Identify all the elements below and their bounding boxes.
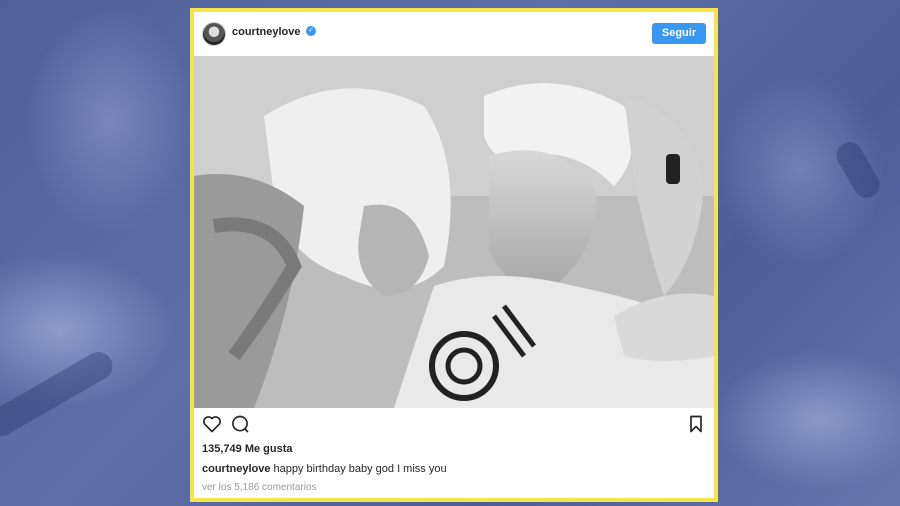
- like-count[interactable]: 135,749 Me gusta: [202, 443, 293, 455]
- view-comments-link[interactable]: ver los 5,186 comentarios: [202, 482, 317, 493]
- username[interactable]: courtneylove: [232, 26, 300, 38]
- instagram-post-card: courtneylove ✓ Seguir 135,749 Me gusta c…: [190, 8, 718, 502]
- post-photo[interactable]: [194, 56, 714, 408]
- background-shape: [0, 346, 118, 442]
- verified-badge-icon: ✓: [306, 26, 316, 36]
- bookmark-icon[interactable]: [686, 414, 706, 434]
- caption-username[interactable]: courtneylove: [202, 463, 270, 475]
- avatar[interactable]: [202, 22, 226, 46]
- post-caption: courtneylove happy birthday baby god I m…: [202, 463, 447, 475]
- post-header: courtneylove ✓ Seguir: [194, 12, 714, 56]
- comment-icon[interactable]: [230, 414, 250, 434]
- action-bar: [194, 408, 714, 438]
- heart-icon[interactable]: [202, 414, 222, 434]
- follow-button[interactable]: Seguir: [652, 23, 706, 44]
- caption-text: happy birthday baby god I miss you: [273, 463, 447, 475]
- background-shape: [831, 137, 885, 203]
